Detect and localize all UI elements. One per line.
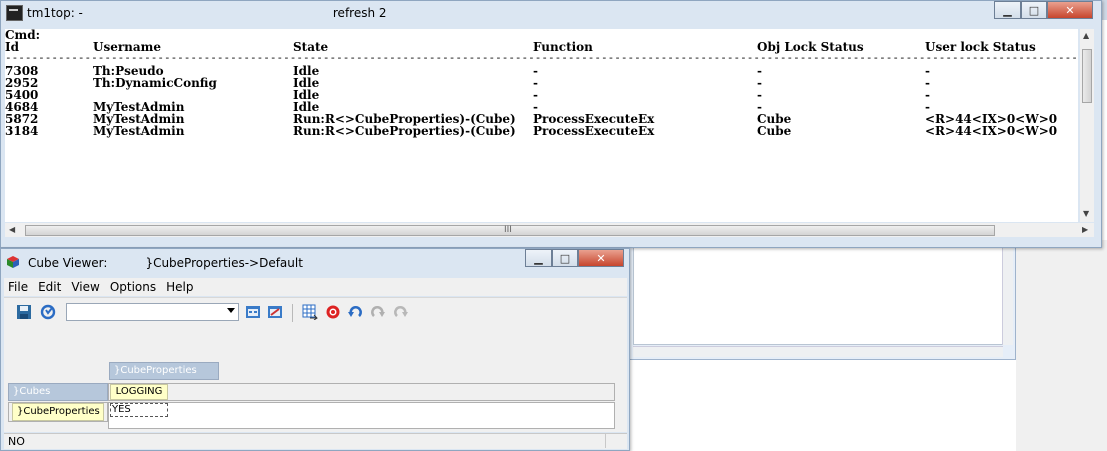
browse-view-icon[interactable] (267, 304, 283, 320)
scroll-grip: III (504, 225, 512, 235)
cell-state: Idle (293, 76, 320, 90)
minimize-button[interactable]: ▁ (994, 1, 1021, 19)
menu-edit[interactable]: Edit (34, 278, 67, 296)
window-controls: ▁ □ ✕ (994, 1, 1093, 19)
redo-all-icon[interactable] (393, 304, 409, 320)
menu-view[interactable]: View (67, 278, 105, 296)
cell-user-lock: <R>44<IX>0<W>0 (925, 124, 1058, 138)
column-header-row (108, 383, 615, 401)
toolbar-separator (292, 304, 293, 322)
cell-username: MyTestAdmin (93, 124, 185, 138)
row-element-header[interactable]: }CubeProperties (12, 403, 104, 421)
maximize-button[interactable]: □ (552, 249, 578, 267)
cell-state: Idle (293, 88, 320, 102)
menu-bar: File Edit View Options Help (4, 278, 627, 296)
close-button[interactable]: ✕ (578, 249, 624, 267)
col-function: Function (533, 40, 593, 54)
minimize-icon: ▁ (534, 251, 543, 265)
scroll-left-icon[interactable]: ◀ (9, 225, 15, 234)
desktop-background-area (630, 360, 1016, 451)
desktop-background-right (1016, 240, 1107, 451)
col-state: State (293, 40, 329, 54)
col-user-lock-status: User lock Status (925, 40, 1036, 54)
view-selector-combo[interactable] (66, 303, 239, 321)
title-view-name: }CubeProperties->Default (145, 256, 303, 270)
close-icon: ✕ (596, 251, 606, 265)
title-text: tm1top: - (27, 6, 83, 20)
console-app-icon (6, 5, 23, 21)
console-vertical-scrollbar[interactable]: ▲ ▼ (1080, 29, 1094, 222)
cell-state: Run:R<>CubeProperties)-(Cube) (293, 124, 516, 138)
data-cell-area (108, 402, 615, 429)
cell-user-lock: - (925, 64, 930, 78)
maximize-icon: □ (1028, 3, 1040, 17)
status-bar: NO (4, 433, 627, 449)
chevron-down-icon (227, 308, 235, 313)
maximize-button[interactable]: □ (1021, 1, 1047, 19)
undo-icon[interactable] (347, 304, 363, 320)
cell-obj-lock: - (757, 76, 762, 90)
close-icon: ✕ (1065, 3, 1075, 17)
menu-help[interactable]: Help (162, 278, 199, 296)
console-horizontal-scrollbar[interactable]: ◀ III ▶ (5, 223, 1094, 237)
column-dimension-button[interactable]: }CubeProperties (109, 362, 219, 380)
col-username: Username (93, 40, 162, 54)
scroll-right-icon[interactable]: ▶ (1082, 225, 1088, 234)
minimize-icon: ▁ (1003, 3, 1012, 17)
toolbar (4, 297, 627, 328)
cell-function: ProcessExecuteEx (533, 124, 655, 138)
menu-options[interactable]: Options (106, 278, 162, 296)
save-view-icon[interactable] (245, 304, 261, 320)
horizontal-scroll-thumb[interactable]: III (25, 225, 995, 236)
column-header-row: Id Username State Function Obj Lock Stat… (5, 41, 1078, 53)
cube-window-controls: ▁ □ ✕ (525, 249, 624, 267)
cube-viewer-title: Cube Viewer: }CubeProperties->Default (28, 256, 303, 270)
scroll-up-icon[interactable]: ▲ (1083, 31, 1089, 40)
col-obj-lock-status: Obj Lock Status (757, 40, 864, 54)
background-vertical-scrollbar[interactable] (1002, 247, 1013, 345)
cell-id: 3184 (5, 124, 39, 138)
cell-obj-lock: - (757, 64, 762, 78)
col-id: Id (5, 40, 20, 54)
row-dimension-button[interactable]: }Cubes (8, 383, 108, 401)
save-icon[interactable] (16, 304, 32, 320)
cell-function: - (533, 64, 538, 78)
close-button[interactable]: ✕ (1047, 1, 1093, 19)
tm1top-window-title: tm1top: - refresh 2 (27, 6, 387, 20)
export-grid-icon[interactable] (302, 304, 318, 320)
cell-obj-lock: - (757, 88, 762, 102)
cell-user-lock: - (925, 76, 930, 90)
cell-obj-lock: Cube (757, 124, 792, 138)
cube-grid-area: }CubeProperties }Cubes LOGGING }CubeProp… (4, 328, 627, 432)
cell-state: Idle (293, 64, 320, 78)
recalculate-icon[interactable] (40, 304, 56, 320)
redo-icon[interactable] (370, 304, 386, 320)
background-window (628, 240, 1016, 360)
title-prefix: Cube Viewer: (28, 256, 108, 270)
cell-function: - (533, 88, 538, 102)
cell-user-lock: - (925, 88, 930, 102)
tm1top-window: tm1top: - refresh 2 ▁ □ ✕ Cmd: Id Usernam… (0, 0, 1102, 248)
title-refresh: refresh 2 (332, 6, 387, 20)
scroll-down-icon[interactable]: ▼ (1083, 209, 1089, 218)
column-element-header[interactable]: LOGGING (110, 384, 168, 400)
table-row: 3184 MyTestAdmin Run:R<>CubeProperties)-… (5, 125, 1078, 137)
maximize-icon: □ (559, 251, 571, 265)
menu-file[interactable]: File (4, 278, 34, 296)
cube-icon (7, 256, 19, 268)
separator-line: ----------------------------------------… (5, 53, 1078, 65)
data-cell[interactable]: YES (110, 403, 168, 417)
table-row: 2952 Th:DynamicConfig Idle - - - (5, 77, 1078, 89)
background-horizontal-scrollbar[interactable] (633, 346, 1003, 357)
vertical-scroll-thumb[interactable] (1082, 49, 1092, 103)
background-window-content (633, 247, 1003, 345)
minimize-button[interactable]: ▁ (525, 249, 552, 267)
stop-icon[interactable] (325, 304, 341, 320)
console-output: Cmd: Id Username State Function Obj Lock… (5, 29, 1078, 222)
cell-function: - (533, 76, 538, 90)
cell-username: Th:DynamicConfig (93, 76, 217, 90)
resize-grip[interactable] (605, 434, 622, 448)
cube-viewer-window: Cube Viewer: }CubeProperties->Default ▁ □… (0, 248, 630, 451)
